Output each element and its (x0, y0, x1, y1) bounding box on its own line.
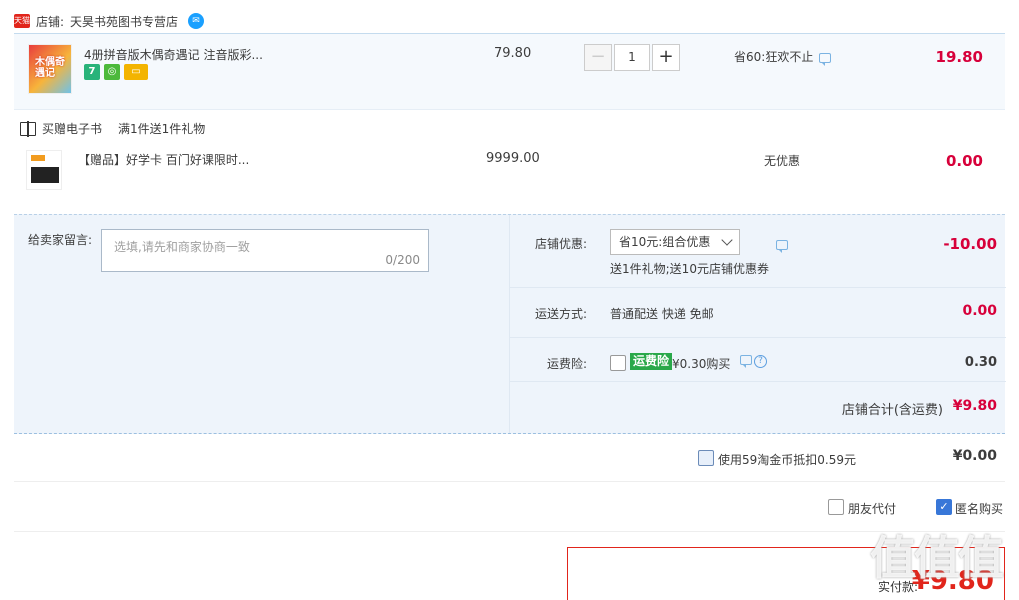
item-price: 79.80 (494, 46, 532, 61)
shop-name-link[interactable]: 天昊书苑图书专营店 (70, 13, 178, 30)
quantity-plus-button[interactable]: + (652, 44, 680, 71)
quantity-input[interactable]: 1 (614, 44, 650, 71)
insurance-amount: 0.30 (964, 355, 997, 370)
insurance-checkbox[interactable] (610, 355, 626, 371)
anonymous-label: 匿名购买 (955, 502, 1004, 516)
watermark-logo: 值值值 (870, 531, 1004, 585)
gift-subtotal: 0.00 (945, 152, 983, 170)
gift-thumbnail[interactable] (26, 150, 62, 190)
divider (510, 337, 1006, 338)
shop-total-label: 店铺合计(含运费) (841, 403, 943, 418)
item-subtotal: 19.80 (935, 48, 983, 66)
comment-icon[interactable] (819, 52, 832, 66)
service-badges: 7 ◎ ▭ (84, 64, 148, 80)
gift-item-row: 【赠品】好学卡 百门好课限时... 9999.00 无优惠 0.00 (14, 142, 1005, 212)
gift-header: 买赠电子书 满1件送1件礼物 (20, 120, 205, 137)
insurance-label: 运费险: (547, 357, 588, 371)
shop-label: 店铺: (36, 14, 65, 29)
seller-message-label: 给卖家留言: (28, 233, 93, 247)
guarantee-icon: ◎ (104, 64, 120, 80)
shipping-label: 运送方式: (535, 307, 588, 321)
shop-header: 天猫 店铺: 天昊书苑图书专营店 ✉ (14, 11, 205, 31)
insurance-badge: 运费险 (630, 353, 673, 370)
shop-discount-select[interactable]: 省10元:组合优惠 (610, 229, 740, 255)
shop-discount-label: 店铺优惠: (535, 237, 588, 251)
anonymous-checkbox[interactable]: ✓ (936, 499, 952, 515)
seller-message-input[interactable]: 选填,请先和商家协商一致 0/200 (101, 229, 429, 272)
credit-card-icon: ▭ (124, 64, 148, 80)
comment-icon[interactable] (776, 237, 788, 253)
chevron-down-icon (721, 234, 733, 246)
coins-checkbox[interactable] (698, 450, 714, 466)
comment-icon[interactable] (740, 355, 752, 368)
item-thumbnail[interactable]: 木偶奇遇记 (28, 44, 72, 94)
divider (510, 287, 1006, 288)
wangwang-chat-icon[interactable]: ✉ (188, 13, 205, 29)
help-icon[interactable]: ? (754, 355, 767, 368)
shop-total-amount: ¥9.80 (952, 398, 997, 414)
shop-total-row: 店铺合计(含运费) ¥9.80 (14, 383, 1005, 435)
gift-header-label: 买赠电子书 (42, 122, 103, 136)
shop-discount-value: 省10元:组合优惠 (619, 235, 711, 249)
insurance-price-text: ¥0.30购买 (672, 357, 731, 371)
seller-message-placeholder: 选填,请先和商家协商一致 (114, 240, 250, 254)
friend-pay-label: 朋友代付 (848, 502, 897, 516)
gift-title-link[interactable]: 【赠品】好学卡 百门好课限时... (78, 151, 249, 168)
cart-item-row: 木偶奇遇记 4册拼音版木偶奇遇记 注音版彩... 7 ◎ ▭ 79.80 − 1… (14, 34, 1005, 110)
quantity-minus-button[interactable]: − (584, 44, 612, 71)
order-options-panel: 给卖家留言: 选填,请先和商家协商一致 0/200 店铺优惠: 省10元:组合优… (14, 214, 1006, 435)
coins-row: 使用59淘金币抵扣0.59元 ¥0.00 (14, 434, 1005, 482)
coins-text: 使用59淘金币抵扣0.59元 (718, 453, 856, 467)
item-discount-note: 省60:狂欢不止 (734, 48, 832, 66)
shipping-method: 普通配送 快递 免邮 (610, 307, 714, 321)
shop-discount-note: 送1件礼物;送10元店铺优惠券 (610, 262, 769, 276)
gift-promo-text: 满1件送1件礼物 (118, 122, 206, 136)
seller-message-count: 0/200 (385, 253, 420, 267)
quantity-stepper: − 1 + (584, 44, 680, 71)
friend-pay-checkbox[interactable] (828, 499, 844, 515)
pay-options-row: 朋友代付 ✓ 匿名购买 (14, 482, 1005, 532)
item-title-link[interactable]: 4册拼音版木偶奇遇记 注音版彩... (84, 46, 263, 63)
shipping-amount: 0.00 (962, 303, 997, 319)
gift-discount-text: 无优惠 (764, 154, 801, 168)
coins-amount: ¥0.00 (952, 448, 997, 464)
seven-day-return-icon: 7 (84, 64, 100, 80)
shop-discount-amount: -10.00 (943, 235, 997, 253)
gift-price: 9999.00 (486, 151, 540, 166)
insurance-icons: ? (740, 355, 767, 368)
tmall-logo-icon: 天猫 (14, 14, 30, 28)
divider (510, 381, 1006, 382)
gift-icon (20, 120, 36, 137)
